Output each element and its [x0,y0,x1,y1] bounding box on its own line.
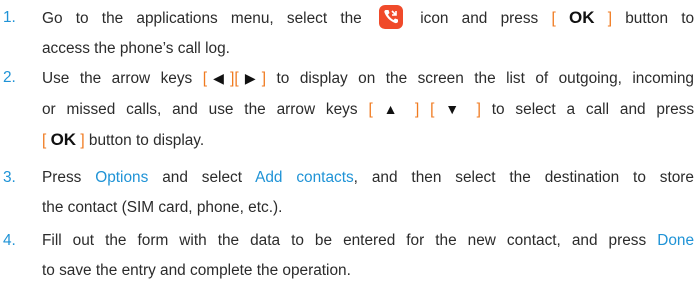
options-link: Options [95,169,149,186]
step-4-line-2: to save the entry and complete the opera… [42,262,351,279]
down-arrow-key-icon: ▼ [445,101,466,117]
step-1-line-2: access the phone’s call log. [42,40,230,57]
step-4: 4. Fill out the form with the data to be… [0,226,698,286]
instructions-document: 1. Go to the applications menu, select t… [0,0,698,286]
step-2-line-3: [ OK ] button to display. [42,130,205,149]
step-4-line-1: Fill out the form with the data to be en… [42,232,695,249]
step-number: 2. [3,69,16,86]
left-arrow-key-icon: ◀ [206,70,231,86]
step-3-line-1: Press Options and select Add contacts, a… [42,169,694,186]
step-3-line-2: the contact (SIM card, phone, etc.). [42,199,283,216]
up-arrow-key-icon: ▲ [383,101,405,117]
ok-key-label: OK [568,8,595,27]
call-log-app-icon [378,5,403,29]
ok-key-label: OK [50,130,77,149]
add-contacts-link: Add contacts [255,169,354,186]
step-2: 2. Use the arrow keys [◀][▶] to display … [0,63,698,156]
right-arrow-key-icon: ▶ [238,70,262,86]
step-1-line-1: Go to the applications menu, select the … [42,3,694,34]
step-1: 1. Go to the applications menu, select t… [0,3,698,64]
step-number: 4. [3,232,16,249]
step-3: 3. Press Options and select Add contacts… [0,163,698,223]
step-number: 1. [3,9,16,26]
step-number: 3. [3,169,16,186]
step-2-line-1: Use the arrow keys [◀][▶] to display on … [42,70,694,87]
step-2-line-2: or missed calls, and use the arrow keys … [42,101,695,118]
done-link: Done [657,232,695,249]
